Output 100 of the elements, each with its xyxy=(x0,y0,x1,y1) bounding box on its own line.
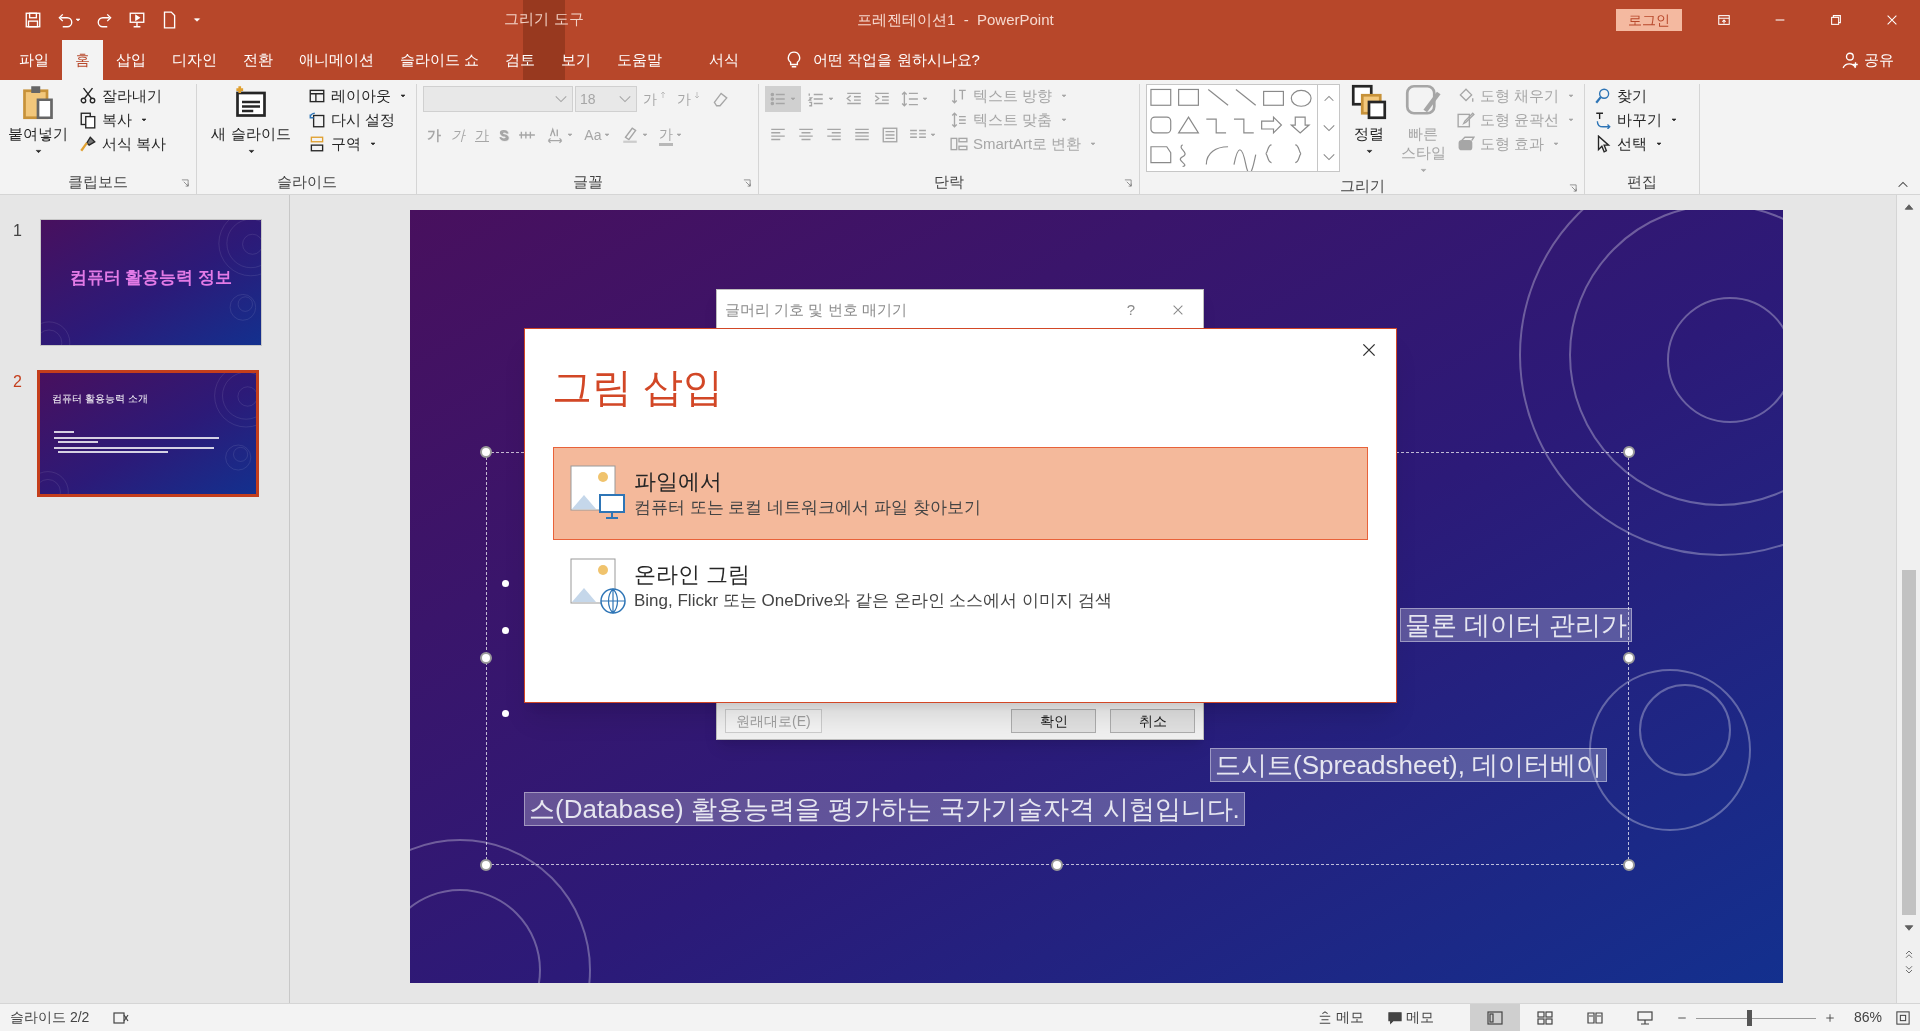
picture-source-option[interactable]: 온라인 그림 Bing, Flickr 또는 OneDrive와 같은 온라인 소스에서 이미지 검색 xyxy=(553,540,1368,633)
undo-button[interactable] xyxy=(56,11,82,29)
present-button[interactable] xyxy=(128,11,146,29)
scroll-up-icon xyxy=(1902,201,1915,213)
fit-slide-button[interactable] xyxy=(1896,1010,1910,1025)
copy-button[interactable]: 복사 xyxy=(76,108,170,132)
spell-check-button[interactable] xyxy=(113,1009,130,1026)
help-button[interactable]: ? xyxy=(1111,298,1151,322)
find-button[interactable]: 찾기 xyxy=(1591,84,1682,108)
ribbon-tab[interactable]: 디자인 xyxy=(159,40,230,80)
scroll-down-icon xyxy=(1902,922,1915,934)
select-button[interactable]: 선택 xyxy=(1591,132,1682,156)
notes-button[interactable]: 메모 xyxy=(1317,1007,1364,1028)
comment-icon xyxy=(1387,1010,1402,1025)
present-icon xyxy=(128,11,146,29)
login-button[interactable]: 로그인 xyxy=(1616,9,1682,31)
caret-icon xyxy=(1418,166,1428,175)
slide-thumbnail[interactable]: 컴퓨터 활용능력 정보 xyxy=(40,219,262,346)
group-label: 클립보드 xyxy=(68,171,128,192)
paste-button[interactable]: 붙여넣기 xyxy=(6,84,70,156)
window-title: 프레젠테이션1 - PowerPoint xyxy=(857,9,1054,30)
save-icon xyxy=(24,11,42,29)
scrollbar-thumb[interactable] xyxy=(1901,570,1916,915)
caret-icon xyxy=(140,116,148,124)
undo-icon xyxy=(56,11,74,29)
picture-globe-icon xyxy=(570,557,626,616)
layout-button[interactable]: 레이아웃 xyxy=(305,84,410,108)
zoom-slider-track[interactable] xyxy=(1695,1009,1816,1026)
caret-icon xyxy=(921,95,929,103)
option-title: 파일에서 xyxy=(634,467,723,496)
dialog-button[interactable]: 확인 xyxy=(1011,709,1096,733)
caret-icon xyxy=(827,95,835,103)
caret-icon xyxy=(1567,116,1576,124)
dialog-title: 글머리 기호 및 번호 매기기 xyxy=(725,299,907,320)
person-plus-icon xyxy=(1842,51,1860,69)
caret-icon xyxy=(246,147,256,156)
slide-thumbnail[interactable]: 컴퓨터 활용능력 소개 xyxy=(37,370,259,497)
caret-icon xyxy=(1364,147,1374,156)
restore-icon xyxy=(1829,13,1843,27)
dialog-launcher-button[interactable] xyxy=(1123,178,1133,188)
arrange-icon xyxy=(1351,84,1387,120)
reset-button[interactable]: 다시 설정 xyxy=(305,108,410,132)
group-label: 단락 xyxy=(934,171,964,192)
align-text-icon xyxy=(950,111,968,129)
tell-me-button[interactable]: 어떤 작업을 원하시나요? xyxy=(785,40,980,80)
caret-icon xyxy=(1089,140,1098,148)
layout-icon xyxy=(308,87,326,105)
section-button[interactable]: 구역 xyxy=(305,132,410,156)
slide-number: 2 xyxy=(12,372,23,392)
close-icon xyxy=(1171,303,1185,317)
replace-button[interactable]: 바꾸기 xyxy=(1591,108,1682,132)
eraser-icon xyxy=(711,90,729,108)
ribbon-tab[interactable]: 도움말 xyxy=(604,40,676,80)
normal-view-button[interactable] xyxy=(1469,1004,1520,1031)
ribbon-tab[interactable]: 검토 xyxy=(492,40,549,80)
customize-button[interactable] xyxy=(192,15,202,25)
picture-source-option[interactable]: 파일에서 컴퓨터 또는 로컬 네트워크에서 파일 찾아보기 xyxy=(553,447,1368,540)
caret-icon xyxy=(566,131,575,139)
launcher-icon xyxy=(180,178,190,188)
save-button[interactable] xyxy=(24,11,42,29)
format-painter-button[interactable]: 서식 복사 xyxy=(76,132,170,156)
ribbon-tab[interactable]: 삽입 xyxy=(103,40,159,80)
share-button[interactable]: 공유 xyxy=(1842,40,1894,80)
option-description: Bing, Flickr 또는 OneDrive와 같은 온라인 소스에서 이미지 검색 xyxy=(634,589,1112,612)
ribbon-tab[interactable]: 홈 xyxy=(62,40,103,80)
dialog-launcher-button[interactable] xyxy=(1568,183,1579,193)
slide-text: 드시트(Spreadsheet), 데이터베이 xyxy=(1210,748,1608,782)
zoom-slider-thumb[interactable] xyxy=(1746,1009,1752,1026)
close-button[interactable] xyxy=(1360,341,1378,359)
scroll-down-button[interactable] xyxy=(1902,922,1915,934)
dialog-launcher-button[interactable] xyxy=(180,178,190,188)
slide-sorter-icon xyxy=(1536,1009,1553,1026)
redo-icon xyxy=(96,11,114,29)
pencil-icon xyxy=(1457,111,1475,129)
new-slide-button[interactable]: 새 슬라이드 xyxy=(203,84,299,156)
replace-icon xyxy=(1594,111,1613,129)
ribbon-tab[interactable]: 슬라이드 쇼 xyxy=(387,40,493,80)
scissors-icon xyxy=(79,87,97,105)
caret-icon xyxy=(1060,92,1069,100)
option-title: 온라인 그림 xyxy=(634,560,752,589)
caret-icon xyxy=(641,131,650,139)
ribbon-tab[interactable]: 파일 xyxy=(6,40,62,80)
ribbon-tab[interactable]: 보기 xyxy=(548,40,605,80)
redo-button[interactable] xyxy=(96,11,114,29)
cut-button[interactable]: 잘라내기 xyxy=(76,84,170,108)
ribbon-tab[interactable]: 애니메이션 xyxy=(286,40,387,80)
dialog-launcher-button[interactable] xyxy=(742,178,752,188)
comments-button[interactable]: 메모 xyxy=(1387,1007,1434,1028)
zoom-level-button[interactable]: 86% xyxy=(1853,1007,1882,1028)
text-direction-icon xyxy=(950,87,968,105)
caret-icon xyxy=(33,147,43,156)
arrange-button[interactable]: 정렬 xyxy=(1346,84,1392,156)
ribbon-tab[interactable]: 전환 xyxy=(230,40,286,80)
highlighter-icon xyxy=(621,126,640,144)
scroll-up-button[interactable] xyxy=(1902,201,1915,213)
reset-icon xyxy=(308,111,326,129)
zoom-in-button[interactable] xyxy=(1823,1011,1836,1024)
dialog-button[interactable]: 취소 xyxy=(1110,709,1195,733)
slideshow-icon xyxy=(1636,1009,1653,1026)
ribbon-tab[interactable]: 서식 xyxy=(683,40,766,80)
